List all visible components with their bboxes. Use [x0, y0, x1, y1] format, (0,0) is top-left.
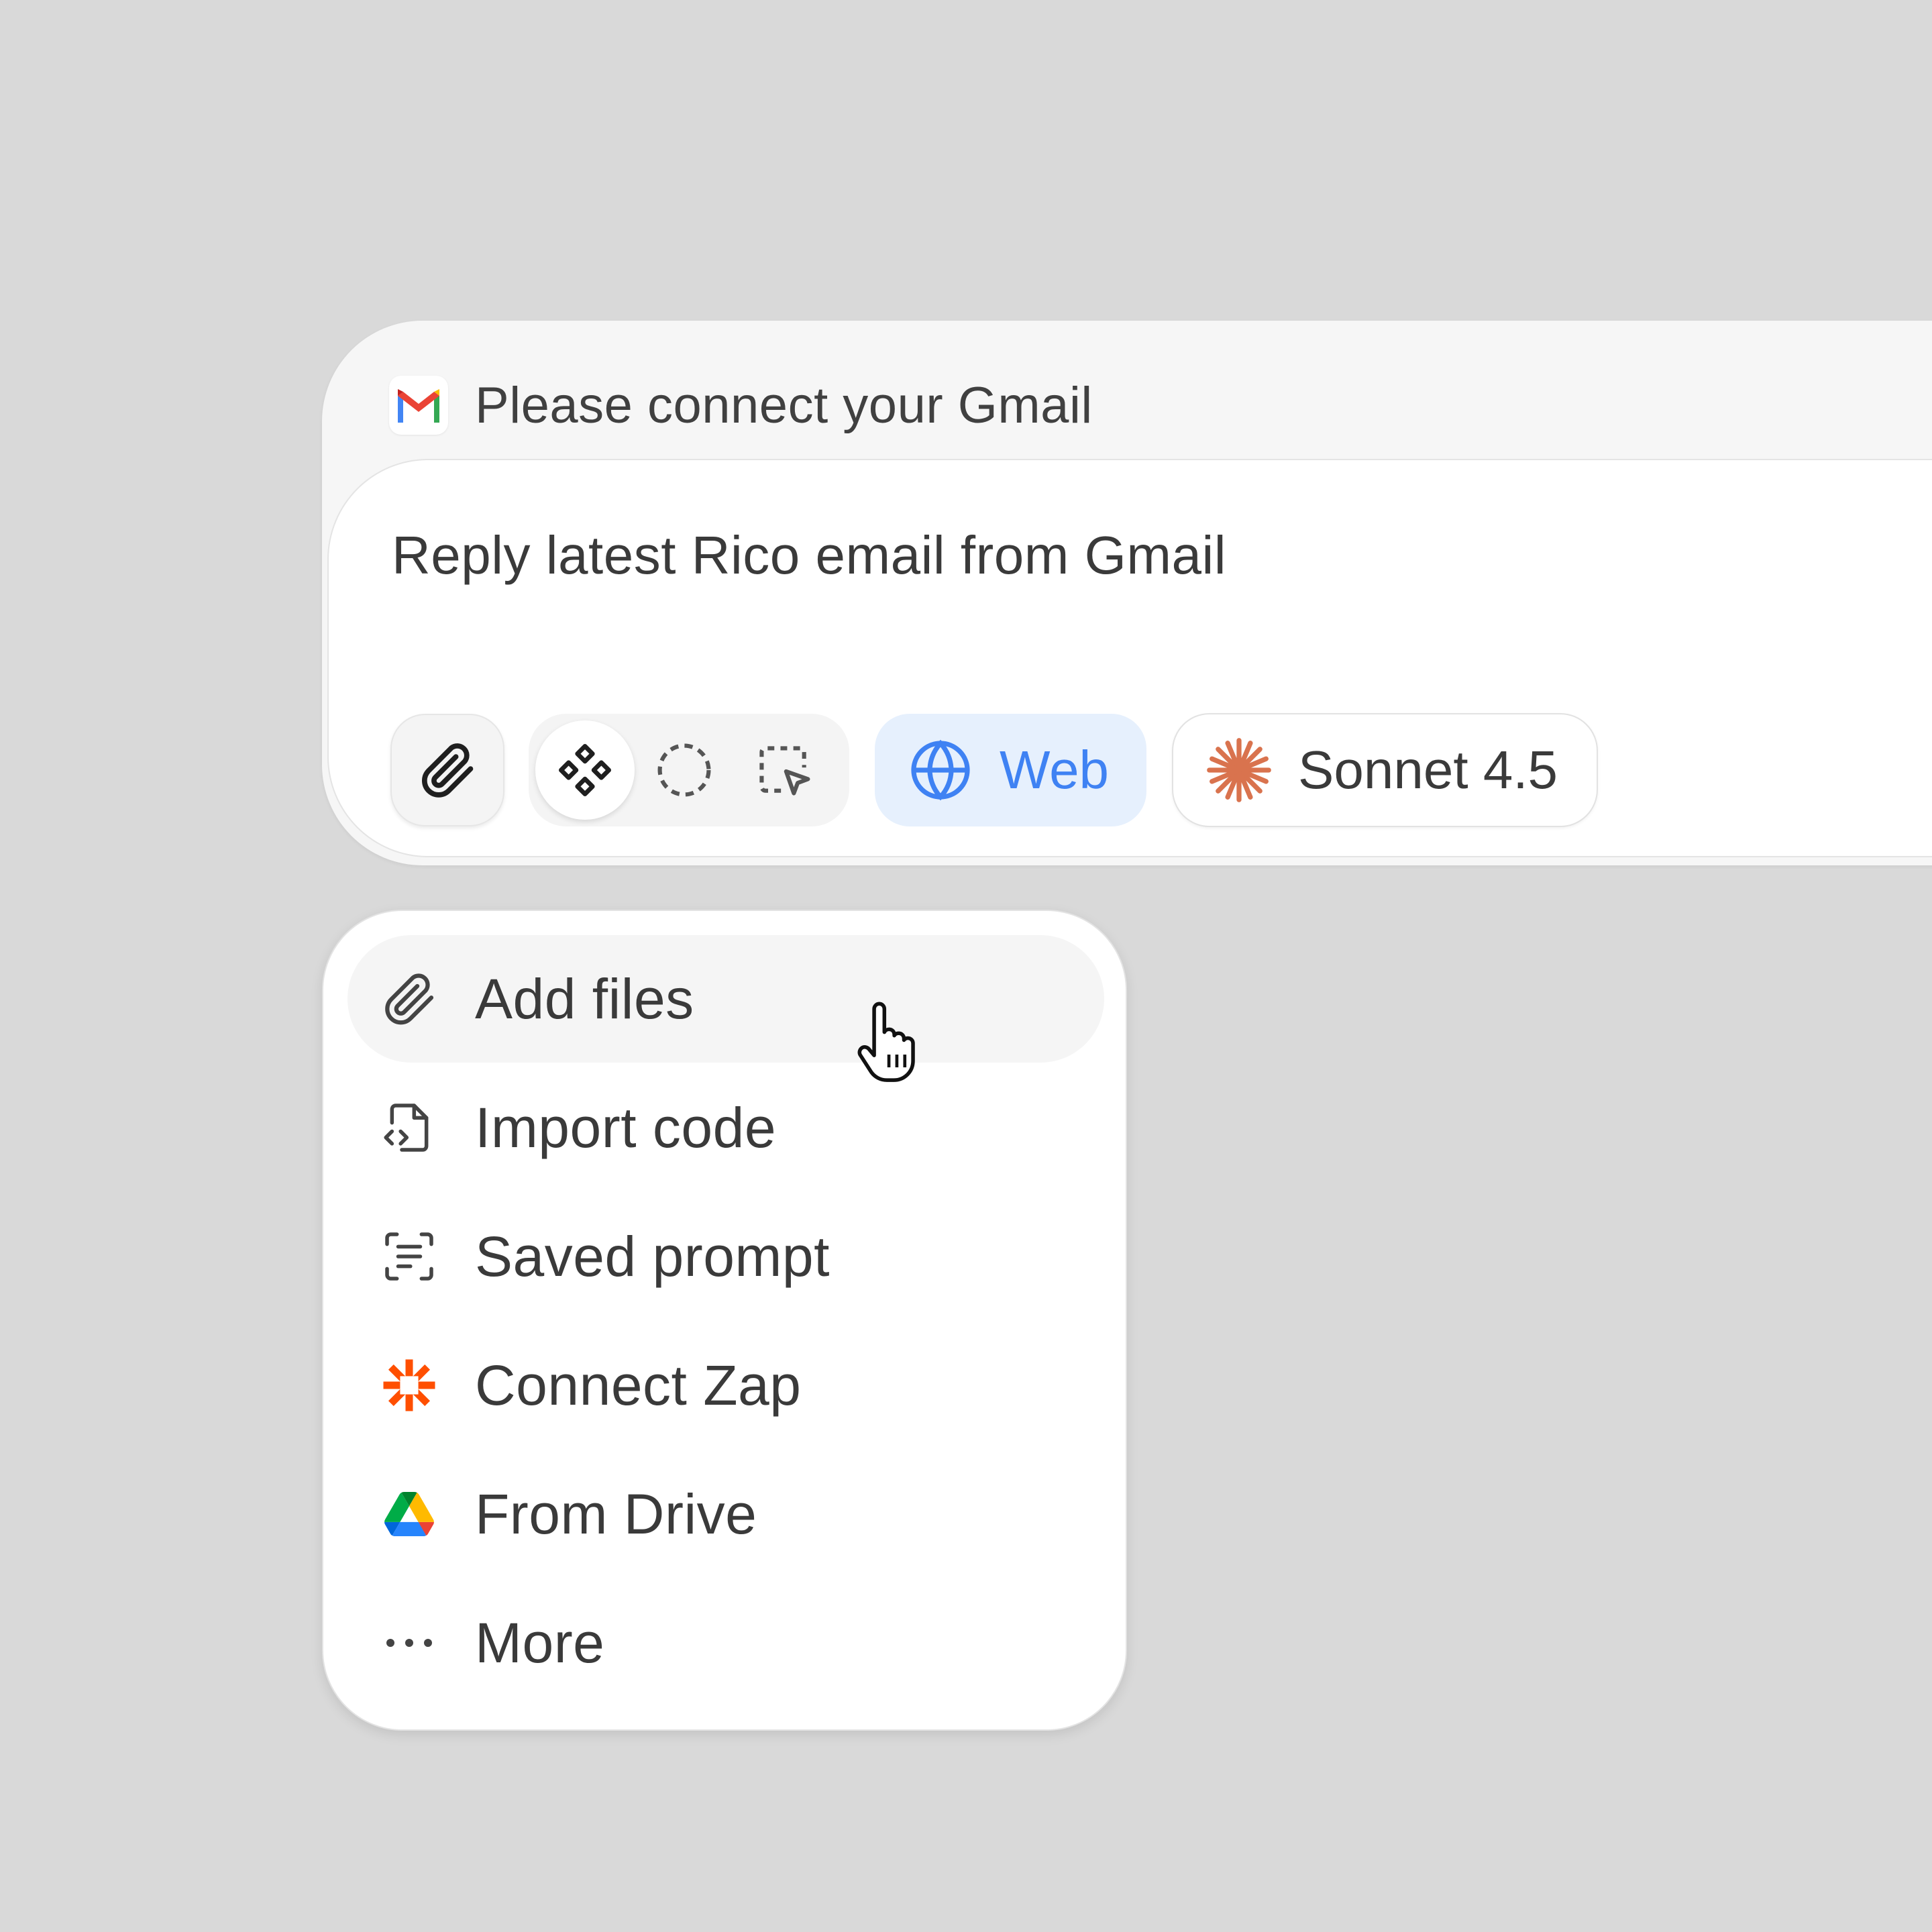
attach-menu: Add files Import code Saved prompt Conne…	[322, 910, 1127, 1731]
mode-select-button[interactable]	[734, 720, 833, 820]
dashed-circle-icon	[657, 743, 711, 797]
menu-item-more[interactable]: More	[347, 1579, 1104, 1707]
google-drive-icon	[377, 1482, 441, 1546]
mode-circle-button[interactable]	[635, 720, 734, 820]
menu-item-add-files[interactable]: Add files	[347, 935, 1104, 1063]
model-label: Sonnet 4.5	[1298, 740, 1558, 800]
gmail-connect-notice[interactable]: Please connect your Gmail	[389, 366, 1093, 444]
menu-item-label: Import code	[475, 1095, 777, 1159]
hand-pointer-icon	[857, 1002, 915, 1082]
menu-item-label: Saved prompt	[475, 1224, 830, 1288]
menu-item-import-code[interactable]: Import code	[347, 1064, 1104, 1191]
select-region-icon	[759, 746, 810, 796]
zapier-icon	[377, 1353, 441, 1417]
globe-icon	[911, 739, 970, 801]
prompt-text[interactable]: Reply latest Rico email from Gmail	[392, 525, 1226, 586]
menu-item-label: From Drive	[475, 1482, 757, 1546]
code-file-icon	[377, 1095, 441, 1160]
gmail-logo-icon	[389, 376, 448, 435]
more-dots-icon	[377, 1611, 441, 1675]
sparkle-asterisk-icon	[1207, 738, 1271, 802]
menu-item-connect-zap[interactable]: Connect Zap	[347, 1322, 1104, 1449]
composer-card: Please connect your Gmail Reply latest R…	[322, 321, 1932, 865]
web-label: Web	[1000, 740, 1110, 800]
paperclip-icon	[377, 967, 441, 1031]
saved-prompt-icon	[377, 1224, 441, 1289]
paperclip-icon	[422, 743, 474, 798]
menu-item-saved-prompt[interactable]: Saved prompt	[347, 1193, 1104, 1320]
prompt-input[interactable]: Reply latest Rico email from Gmail Web S…	[327, 459, 1932, 857]
attach-button[interactable]	[390, 714, 504, 826]
menu-item-label: Add files	[475, 967, 694, 1030]
mode-components-button[interactable]	[535, 720, 635, 820]
menu-item-label: More	[475, 1611, 605, 1674]
notice-text: Please connect your Gmail	[475, 376, 1093, 434]
menu-item-label: Connect Zap	[475, 1353, 802, 1417]
mode-selector	[529, 714, 849, 826]
menu-item-from-drive[interactable]: From Drive	[347, 1450, 1104, 1578]
web-search-toggle[interactable]: Web	[875, 714, 1147, 826]
components-icon	[559, 744, 611, 796]
composer-toolbar: Web Sonnet 4.5	[390, 712, 1599, 828]
model-selector[interactable]: Sonnet 4.5	[1172, 713, 1599, 827]
